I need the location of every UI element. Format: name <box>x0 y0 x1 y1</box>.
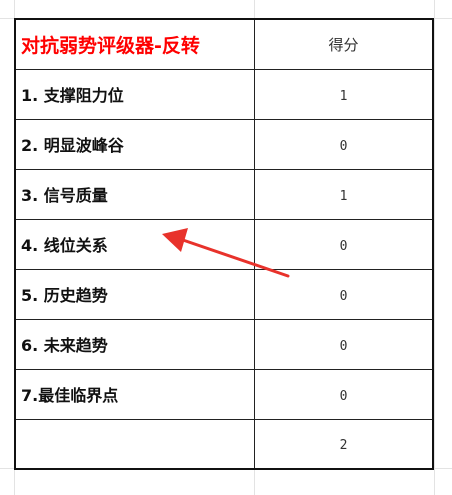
score-cell[interactable]: 0 <box>253 368 434 420</box>
item-cell[interactable]: 2. 明显波峰谷 <box>13 118 255 170</box>
item-label: 6. 未来趋势 <box>21 336 108 355</box>
score-cell[interactable]: 0 <box>253 218 434 270</box>
gridline <box>434 0 435 495</box>
score-cell[interactable]: 1 <box>253 68 434 120</box>
item-label: 7.最佳临界点 <box>21 386 119 405</box>
total-score-cell[interactable]: 2 <box>253 418 434 470</box>
score-header-cell[interactable]: 得分 <box>253 18 434 70</box>
score-header: 得分 <box>328 35 359 54</box>
score-cell[interactable]: 0 <box>253 318 434 370</box>
score-value: 1 <box>339 88 348 104</box>
table-row: 7.最佳临界点 0 <box>13 368 434 420</box>
item-cell[interactable]: 7.最佳临界点 <box>13 368 255 420</box>
item-cell[interactable]: 5. 历史趋势 <box>13 268 255 320</box>
table-row: 4. 线位关系 0 <box>13 218 434 270</box>
item-label: 3. 信号质量 <box>21 186 108 205</box>
score-cell[interactable]: 0 <box>253 268 434 320</box>
score-value: 1 <box>339 188 348 204</box>
score-table: 对抗弱势评级器-反转 得分 1. 支撑阻力位 1 2. 明显波峰谷 0 3. 信… <box>13 18 434 470</box>
table-row: 3. 信号质量 1 <box>13 168 434 220</box>
score-value: 0 <box>339 238 348 254</box>
table-row: 6. 未来趋势 0 <box>13 318 434 370</box>
title-cell[interactable]: 对抗弱势评级器-反转 <box>13 18 255 70</box>
item-label: 4. 线位关系 <box>21 236 108 255</box>
item-cell[interactable]: 6. 未来趋势 <box>13 318 255 370</box>
total-score: 2 <box>339 438 348 454</box>
table-title: 对抗弱势评级器-反转 <box>21 34 200 57</box>
table-row: 5. 历史趋势 0 <box>13 268 434 320</box>
item-cell[interactable]: 4. 线位关系 <box>13 218 255 270</box>
total-row: 2 <box>13 418 434 470</box>
item-label: 1. 支撑阻力位 <box>21 86 124 105</box>
item-label: 5. 历史趋势 <box>21 286 108 305</box>
item-cell[interactable]: 1. 支撑阻力位 <box>13 68 255 120</box>
score-value: 0 <box>339 338 348 354</box>
score-cell[interactable]: 1 <box>253 168 434 220</box>
score-value: 0 <box>339 288 348 304</box>
score-cell[interactable]: 0 <box>253 118 434 170</box>
score-value: 0 <box>339 388 348 404</box>
table-row: 1. 支撑阻力位 1 <box>13 68 434 120</box>
item-cell[interactable]: 3. 信号质量 <box>13 168 255 220</box>
header-row: 对抗弱势评级器-反转 得分 <box>13 18 434 70</box>
total-label-cell[interactable] <box>13 418 255 470</box>
item-label: 2. 明显波峰谷 <box>21 136 124 155</box>
spreadsheet-view: 对抗弱势评级器-反转 得分 1. 支撑阻力位 1 2. 明显波峰谷 0 3. 信… <box>0 0 452 495</box>
score-value: 0 <box>339 138 348 154</box>
table-row: 2. 明显波峰谷 0 <box>13 118 434 170</box>
